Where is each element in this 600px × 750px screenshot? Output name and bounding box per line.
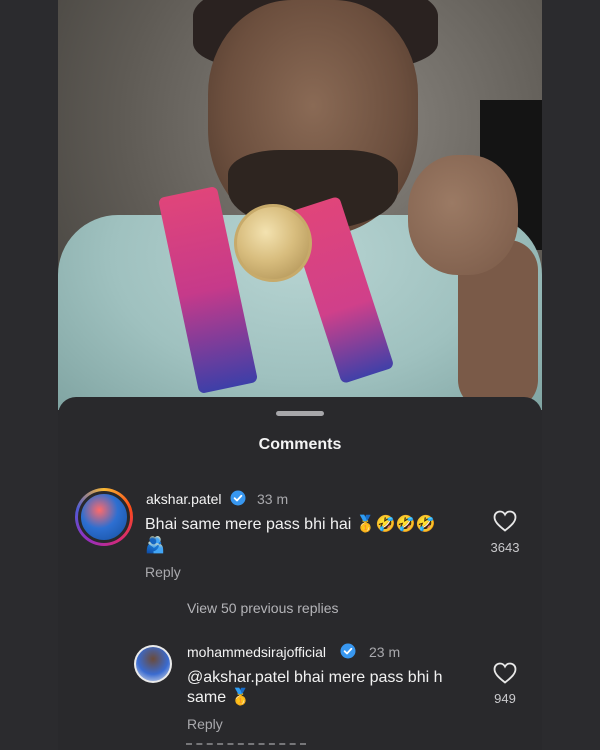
comment-username[interactable]: akshar.patel <box>146 491 222 507</box>
comments-sheet: Comments akshar.patel 33 m Bhai same mer… <box>58 397 542 750</box>
comment-username[interactable]: mohammedsirajofficial <box>187 644 326 660</box>
comment-text-line2: same 🥇 <box>187 689 251 706</box>
view-previous-replies[interactable]: View 50 previous replies <box>187 600 339 616</box>
photo-fist <box>408 155 518 275</box>
comment-text-line2: 🫂 <box>145 537 165 554</box>
avatar[interactable] <box>134 645 172 683</box>
comment-text: @akshar.patel bhai mere pass bhi h <box>187 669 443 686</box>
comment-time: 23 m <box>369 644 401 660</box>
avatar[interactable] <box>75 488 133 546</box>
sheet-drag-handle[interactable] <box>276 411 324 416</box>
post-photo <box>58 0 542 410</box>
verified-badge-icon <box>230 490 246 506</box>
heart-outline-icon[interactable] <box>493 510 517 532</box>
comment-time: 33 m <box>257 491 289 507</box>
reply-button[interactable]: Reply <box>145 564 181 580</box>
comment-text: Bhai same mere pass bhi hai 🥇🤣🤣🤣 <box>145 516 436 533</box>
next-comment-partial <box>186 743 306 747</box>
heart-outline-icon[interactable] <box>493 662 517 684</box>
reply-button[interactable]: Reply <box>187 716 223 732</box>
like-count: 949 <box>494 691 516 706</box>
gold-medal <box>234 204 312 282</box>
like-count: 3643 <box>490 540 520 555</box>
sheet-title: Comments <box>258 436 342 453</box>
verified-badge-icon <box>340 643 356 659</box>
